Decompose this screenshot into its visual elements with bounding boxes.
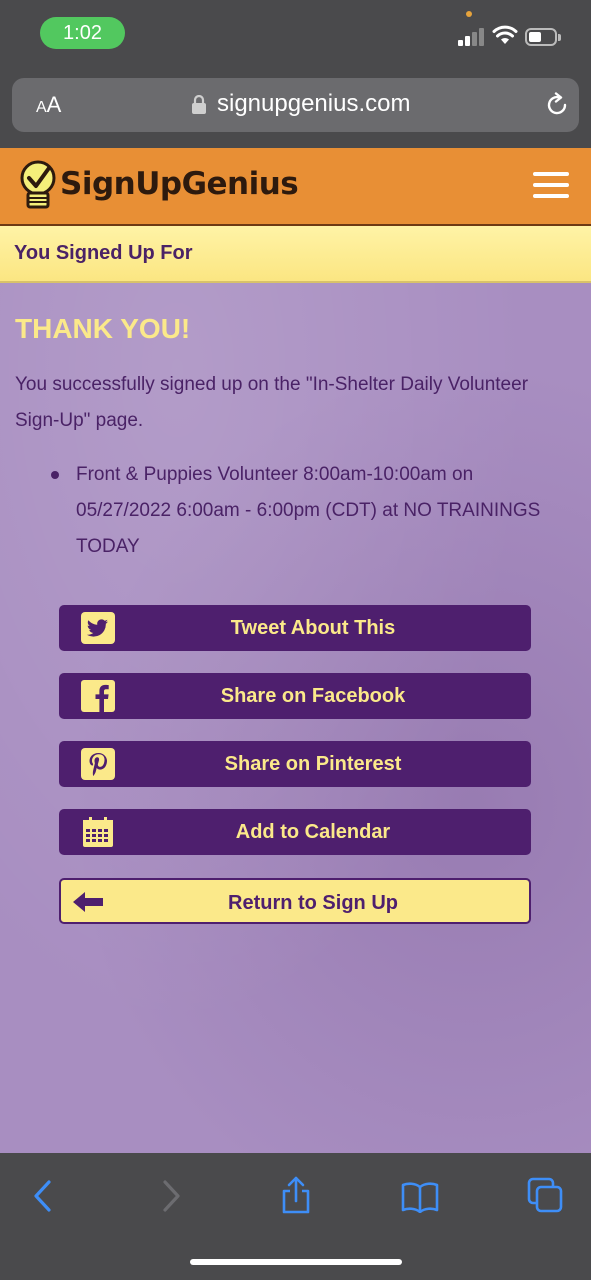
tabs-icon[interactable] xyxy=(527,1177,563,1213)
address-bar[interactable]: AA signupgenius.com xyxy=(12,78,579,132)
privacy-indicator-dot xyxy=(466,11,472,17)
section-title: You Signed Up For xyxy=(14,242,193,264)
text-size-button[interactable]: AA xyxy=(36,92,61,118)
cellular-signal-icon xyxy=(458,28,486,46)
thank-you-heading: THANK YOU! xyxy=(15,313,191,344)
tweet-button-label: Tweet About This xyxy=(230,617,396,639)
return-to-signup-button[interactable]: Return to Sign Up xyxy=(59,878,531,924)
lock-icon xyxy=(192,95,206,114)
back-chevron-icon[interactable] xyxy=(32,1179,54,1213)
url-text[interactable]: signupgenius.com xyxy=(217,90,410,118)
wifi-icon xyxy=(492,25,518,44)
share-pinterest-button[interactable]: Share on Pinterest xyxy=(59,741,531,787)
confirmation-message: You successfully signed up on the "In-Sh… xyxy=(15,374,529,431)
bullet-dot xyxy=(51,471,59,479)
share-icon[interactable] xyxy=(280,1175,312,1215)
share-facebook-label: Share on Facebook xyxy=(220,685,406,707)
signup-item: Front & Puppies Volunteer 8:00am-10:00am… xyxy=(76,464,541,557)
battery-icon xyxy=(525,28,561,46)
lightbulb-logo-icon[interactable] xyxy=(16,158,60,214)
tweet-button[interactable]: Tweet About This xyxy=(59,605,531,651)
confirmation-panel: THANK YOU! You successfully signed up on… xyxy=(0,283,591,1153)
share-facebook-button[interactable]: Share on Facebook xyxy=(59,673,531,719)
add-to-calendar-button[interactable]: Add to Calendar xyxy=(59,809,531,855)
status-bar: 1:02 xyxy=(0,0,591,70)
bookmarks-icon[interactable] xyxy=(400,1181,440,1213)
status-time: 1:02 xyxy=(40,17,125,49)
add-to-calendar-label: Add to Calendar xyxy=(235,821,391,843)
site-header: SignUpGenius xyxy=(0,148,591,226)
menu-hamburger-icon[interactable] xyxy=(533,172,569,198)
forward-chevron-icon[interactable] xyxy=(160,1179,182,1213)
section-title-band: You Signed Up For xyxy=(0,226,591,283)
reload-icon[interactable] xyxy=(544,92,570,118)
return-to-signup-label: Return to Sign Up xyxy=(228,892,398,914)
home-indicator xyxy=(190,1259,402,1265)
site-logo-text[interactable]: SignUpGenius xyxy=(60,166,299,202)
share-pinterest-label: Share on Pinterest xyxy=(224,753,402,775)
